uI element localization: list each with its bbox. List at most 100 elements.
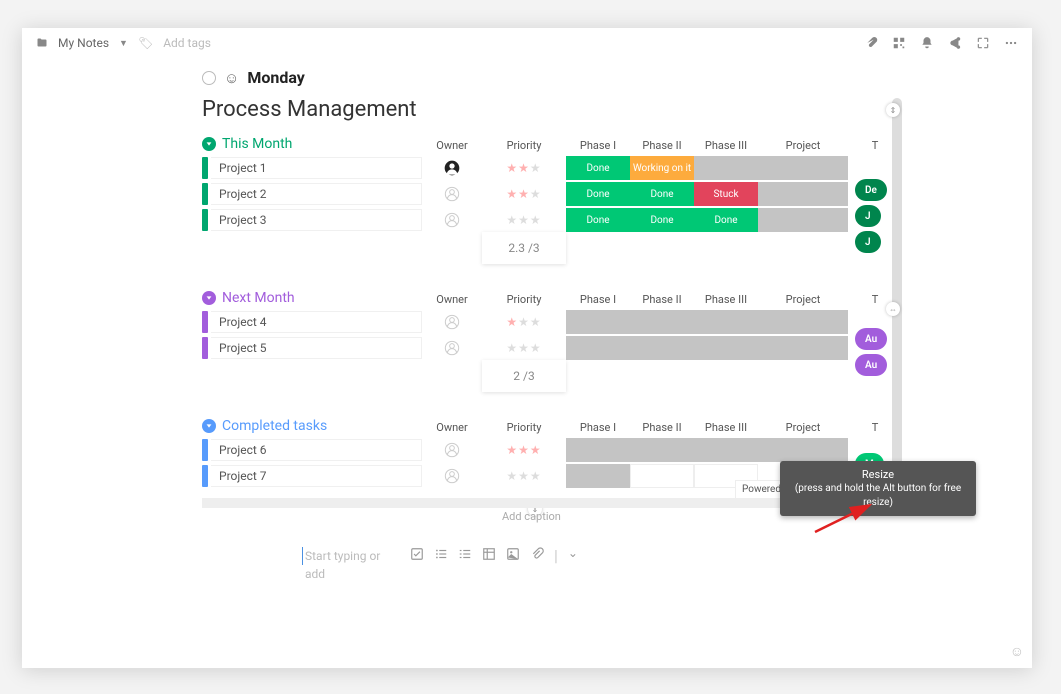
phase-cell[interactable]: Done bbox=[630, 182, 694, 206]
status-pill[interactable]: De bbox=[855, 179, 887, 201]
priority-cell[interactable]: ★★★ bbox=[482, 438, 566, 462]
phase-cell[interactable] bbox=[694, 336, 758, 360]
status-pill[interactable]: J bbox=[855, 205, 881, 227]
embed-status-icon bbox=[202, 71, 216, 85]
tag-icon[interactable]: 🏷 bbox=[138, 36, 153, 50]
phase-cell[interactable]: Done bbox=[694, 208, 758, 232]
attachment-icon[interactable] bbox=[864, 36, 878, 50]
embed-title: Monday bbox=[247, 68, 305, 87]
phase-cell[interactable] bbox=[566, 438, 630, 462]
board-title: Process Management bbox=[202, 97, 902, 122]
phase-cell[interactable] bbox=[566, 464, 630, 488]
attachment-icon-2[interactable] bbox=[530, 546, 544, 560]
phase-cell[interactable] bbox=[630, 336, 694, 360]
bell-icon[interactable] bbox=[920, 36, 934, 50]
checkbox-icon[interactable] bbox=[410, 546, 424, 560]
column-header: Phase I bbox=[566, 418, 630, 438]
editor-input[interactable]: Start typing or add bbox=[302, 547, 398, 565]
topbar-left: My Notes ▼ 🏷 Add tags bbox=[36, 36, 211, 50]
phase-cell[interactable] bbox=[694, 438, 758, 462]
section-toggle-icon[interactable] bbox=[202, 137, 216, 151]
status-pill[interactable]: Au bbox=[855, 328, 887, 350]
footer-smiley-icon[interactable]: ☺ bbox=[1010, 643, 1024, 660]
priority-cell[interactable]: ★★★ bbox=[482, 156, 566, 180]
phase-cell[interactable] bbox=[694, 156, 758, 180]
resize-handle-mid[interactable]: ⇔ bbox=[886, 302, 900, 316]
share-icon[interactable] bbox=[948, 36, 962, 50]
phase-cell[interactable] bbox=[630, 310, 694, 334]
owner-cell[interactable] bbox=[422, 156, 482, 180]
phase-cell[interactable] bbox=[566, 310, 630, 334]
phase-cell[interactable] bbox=[566, 336, 630, 360]
owner-cell[interactable] bbox=[422, 310, 482, 334]
priority-cell[interactable]: ★★★ bbox=[482, 208, 566, 232]
section-name[interactable]: Next Month bbox=[222, 290, 295, 306]
topbar-right bbox=[864, 36, 1018, 50]
project-name[interactable]: Project 6 bbox=[211, 439, 422, 461]
table-icon[interactable] bbox=[482, 546, 496, 560]
phase-cell[interactable]: Done bbox=[566, 208, 630, 232]
project-name[interactable]: Project 3 bbox=[211, 209, 422, 231]
more-icon[interactable] bbox=[1004, 36, 1018, 50]
qr-icon[interactable] bbox=[892, 36, 906, 50]
project-cell[interactable] bbox=[758, 310, 848, 334]
priority-cell[interactable]: ★★★ bbox=[482, 182, 566, 206]
project-row[interactable]: Project 3 bbox=[202, 208, 422, 232]
phase-cell[interactable]: Done bbox=[566, 182, 630, 206]
section-toggle-icon[interactable] bbox=[202, 291, 216, 305]
project-row[interactable]: Project 7 bbox=[202, 464, 422, 488]
project-name[interactable]: Project 7 bbox=[211, 465, 422, 487]
section-toggle-icon[interactable] bbox=[202, 419, 216, 433]
phase-cell[interactable]: Done bbox=[566, 156, 630, 180]
column-header: Phase II bbox=[630, 290, 694, 310]
app-window: My Notes ▼ 🏷 Add tags ☺ Monday Process M… bbox=[22, 28, 1032, 668]
phase-cell[interactable] bbox=[630, 438, 694, 462]
add-tags-link[interactable]: Add tags bbox=[163, 36, 211, 50]
project-cell[interactable] bbox=[758, 156, 848, 180]
chevron-down-icon[interactable]: ▼ bbox=[119, 38, 128, 49]
phase-cell[interactable]: Working on it bbox=[630, 156, 694, 180]
owner-cell[interactable] bbox=[422, 208, 482, 232]
owner-cell[interactable] bbox=[422, 336, 482, 360]
status-pill[interactable]: J bbox=[855, 231, 881, 253]
expand-icon[interactable] bbox=[976, 36, 990, 50]
project-row[interactable]: Project 5 bbox=[202, 336, 422, 360]
priority-cell[interactable]: ★★★ bbox=[482, 464, 566, 488]
chevron-down-icon-2[interactable]: ⌄ bbox=[568, 546, 582, 560]
project-name[interactable]: Project 2 bbox=[211, 183, 422, 205]
priority-summary: 2 /3 bbox=[482, 360, 566, 392]
image-icon[interactable] bbox=[506, 546, 520, 560]
project-row[interactable]: Project 1 bbox=[202, 156, 422, 180]
resize-handle-top[interactable]: ⇕ bbox=[886, 103, 900, 117]
phase-cell[interactable] bbox=[694, 310, 758, 334]
project-name[interactable]: Project 4 bbox=[211, 311, 422, 333]
owner-cell[interactable] bbox=[422, 464, 482, 488]
topbar: My Notes ▼ 🏷 Add tags bbox=[22, 28, 1032, 58]
priority-cell[interactable]: ★★★ bbox=[482, 336, 566, 360]
project-name[interactable]: Project 5 bbox=[211, 337, 422, 359]
phase-cell[interactable] bbox=[630, 464, 694, 488]
annotation-arrow bbox=[810, 497, 880, 541]
bullet-list-icon[interactable] bbox=[434, 546, 448, 560]
project-cell[interactable] bbox=[758, 182, 848, 206]
owner-cell[interactable] bbox=[422, 438, 482, 462]
project-cell[interactable] bbox=[758, 336, 848, 360]
project-cell[interactable] bbox=[758, 208, 848, 232]
phase-cell[interactable]: Stuck bbox=[694, 182, 758, 206]
editor-icons: | ⌄ bbox=[410, 546, 582, 565]
caption-input[interactable]: Add caption bbox=[502, 510, 561, 523]
phase-cell[interactable]: Done bbox=[630, 208, 694, 232]
project-row[interactable]: Project 2 bbox=[202, 182, 422, 206]
numbered-list-icon[interactable] bbox=[458, 546, 472, 560]
priority-cell[interactable]: ★★★ bbox=[482, 310, 566, 334]
project-cell[interactable] bbox=[758, 438, 848, 462]
project-name[interactable]: Project 1 bbox=[211, 157, 422, 179]
section-name[interactable]: Completed tasks bbox=[222, 418, 327, 434]
folder-name[interactable]: My Notes bbox=[58, 36, 109, 50]
column-header: Phase I bbox=[566, 290, 630, 310]
owner-cell[interactable] bbox=[422, 182, 482, 206]
project-row[interactable]: Project 6 bbox=[202, 438, 422, 462]
section-name[interactable]: This Month bbox=[222, 136, 292, 152]
project-row[interactable]: Project 4 bbox=[202, 310, 422, 334]
status-pill[interactable]: Au bbox=[855, 354, 887, 376]
